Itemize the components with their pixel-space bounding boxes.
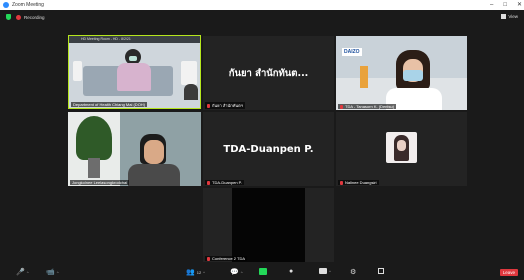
reactions-button[interactable]: ^ xyxy=(319,268,331,274)
participant-display-name: TDA-Duanpen P. xyxy=(223,143,314,155)
recording-icon xyxy=(16,14,21,20)
plant-pot xyxy=(88,158,100,178)
participant-name-tag: Nalinee Duangsiri xyxy=(338,180,379,185)
face-mask xyxy=(403,70,423,81)
background-banner: DAIZO xyxy=(342,48,362,56)
video-tile-doh[interactable]: HD Meeting Room - HD - 8/2/21 Department… xyxy=(68,35,201,109)
video-tile-tda-dentsu[interactable]: DAIZO TDA - Tanasorn K. (Dentsu) xyxy=(336,36,467,110)
participant-display-name: กันยา สำนักทันต... xyxy=(228,67,309,79)
chevron-up-icon: ^ xyxy=(26,269,29,275)
zoom-logo-icon xyxy=(3,2,9,8)
inner-screen-label: HD Meeting Room - HD - 8/2/21 xyxy=(81,37,131,41)
share-screen-button[interactable] xyxy=(259,268,267,275)
participant-body xyxy=(128,164,180,186)
participant-name-tag: TDA - Tanasorn K. (Dentsu) xyxy=(338,104,397,109)
security-shield-icon[interactable] xyxy=(6,14,11,20)
left-arrow-icon xyxy=(73,61,82,81)
muted-mic-icon xyxy=(340,180,343,185)
speaker-body xyxy=(117,63,151,91)
gallery-grid-icon xyxy=(501,14,507,19)
video-tile-nalinee[interactable]: Nalinee Duangsiri xyxy=(336,112,467,186)
face-mask xyxy=(129,56,137,61)
muted-mic-icon xyxy=(207,180,210,185)
view-button[interactable]: View xyxy=(501,14,518,19)
chevron-up-icon: ^ xyxy=(56,269,59,275)
chevron-up-icon: ^ xyxy=(329,268,331,274)
meeting-top-bar: Recording View xyxy=(0,10,524,24)
window-title: Zoom Meeting xyxy=(12,2,44,8)
apps-button[interactable]: ⚙ xyxy=(350,268,356,276)
participants-button[interactable]: 👥 12 ^ xyxy=(186,268,205,276)
participant-name-tag: Conference 2 TDA xyxy=(205,256,248,261)
share-screen-icon xyxy=(259,268,267,275)
background-statue xyxy=(360,66,368,88)
participant-name-tag: TDA-Duanpen P. xyxy=(205,180,244,185)
video-tile-duanpen[interactable]: TDA-Duanpen P. TDA-Duanpen P. xyxy=(203,112,334,186)
right-arrow-icon xyxy=(181,61,197,85)
participant-head xyxy=(184,84,198,100)
reactions-icon xyxy=(319,268,327,274)
muted-mic-icon xyxy=(207,103,210,108)
record-icon: ● xyxy=(289,268,294,275)
recording-label: Recording xyxy=(24,14,45,20)
microphone-icon: 🎤 xyxy=(16,269,25,276)
chevron-up-icon: ^ xyxy=(203,269,206,275)
video-tile-conference-2[interactable]: Conference 2 TDA xyxy=(203,188,334,262)
close-button[interactable]: ✕ xyxy=(517,0,522,10)
more-icon xyxy=(378,268,384,274)
leave-button[interactable]: Leave xyxy=(499,269,518,276)
video-tile-jongkolnee[interactable]: Jongkolnee Leelasongkrodchai xyxy=(68,112,201,186)
more-button[interactable] xyxy=(378,268,384,274)
start-video-button[interactable]: 📹 ^ xyxy=(46,268,59,276)
unmute-button[interactable]: 🎤 ^ xyxy=(16,268,29,276)
participant-face xyxy=(144,140,164,164)
video-camera-icon: 📹 xyxy=(46,269,55,276)
muted-mic-icon xyxy=(340,104,343,109)
profile-face xyxy=(397,140,406,151)
black-video-feed xyxy=(232,188,305,262)
participants-icon: 👥 xyxy=(186,269,195,276)
record-button[interactable]: ● xyxy=(289,268,293,275)
participants-count: 12 xyxy=(196,269,202,275)
chevron-up-icon: ^ xyxy=(240,269,243,275)
inner-screen-header: HD Meeting Room - HD - 8/2/21 xyxy=(69,36,200,43)
muted-mic-icon xyxy=(207,256,210,261)
plant xyxy=(76,116,112,160)
participant-name-tag: Department of Health Chiang Mai (DOH) xyxy=(71,102,148,107)
title-bar: Zoom Meeting – □ ✕ xyxy=(0,0,524,10)
apps-icon: ⚙ xyxy=(350,269,357,276)
chat-icon: 💬 xyxy=(230,269,239,276)
profile-picture xyxy=(386,132,417,163)
chat-button[interactable]: 💬 ^ xyxy=(230,268,243,276)
participant-name-tag: กันยา สำนักทันตฯ xyxy=(205,102,245,109)
view-label: View xyxy=(508,14,518,19)
minimize-button[interactable]: – xyxy=(490,0,493,10)
maximize-button[interactable]: □ xyxy=(503,0,507,10)
meeting-toolbar: 🎤 ^ 📹 ^ 👥 12 ^ 💬 ^ ● ^ ⚙ Leave xyxy=(0,265,524,280)
video-tile-kanya[interactable]: กันยา สำนักทันต... กันยา สำนักทันตฯ xyxy=(203,36,334,110)
participant-name-tag: Jongkolnee Leelasongkrodchai xyxy=(70,180,130,185)
